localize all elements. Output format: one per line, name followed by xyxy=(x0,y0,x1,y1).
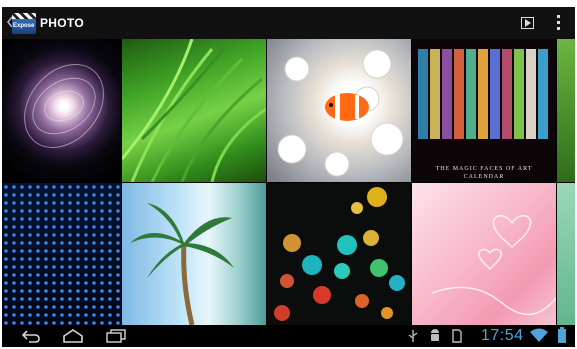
action-bar: Expose PHOTO xyxy=(2,7,575,39)
bokeh-art xyxy=(274,187,405,321)
sd-card-icon xyxy=(452,329,462,343)
photo-grid: THE MAGIC FACES OF ART CALENDAR xyxy=(2,39,575,325)
page-title: PHOTO xyxy=(40,16,84,30)
gallery-screen: Expose PHOTO THE MAGIC FACES OF ART CALE… xyxy=(2,7,575,347)
usb-icon xyxy=(408,330,418,342)
home-icon[interactable] xyxy=(62,329,84,343)
photo-palm-tree-beach[interactable] xyxy=(122,183,266,325)
play-icon xyxy=(525,19,531,27)
overflow-menu-button[interactable] xyxy=(556,15,562,31)
clownfish-art xyxy=(277,49,404,177)
wifi-icon xyxy=(530,328,548,342)
photo-green-partial-2[interactable] xyxy=(557,183,575,325)
slideshow-button[interactable] xyxy=(521,17,534,29)
calendar-caption-title: THE MAGIC FACES OF ART xyxy=(435,166,533,172)
photo-clownfish-anemone[interactable] xyxy=(267,39,411,182)
app-icon-label: Expose xyxy=(13,23,35,29)
photo-green-partial[interactable] xyxy=(557,39,575,182)
grass-art xyxy=(122,39,266,182)
recent-apps-icon[interactable] xyxy=(105,329,127,343)
photo-blue-dot-pattern[interactable] xyxy=(2,183,121,325)
battery-icon xyxy=(558,327,566,343)
back-icon[interactable] xyxy=(20,329,42,343)
more-vert-icon xyxy=(557,15,560,18)
clapperboard-icon[interactable]: Expose xyxy=(12,13,36,34)
hearts-art xyxy=(431,215,556,316)
calendar-caption-subtitle: CALENDAR xyxy=(463,174,505,180)
photo-art-calendar[interactable]: THE MAGIC FACES OF ART CALENDAR xyxy=(412,39,556,182)
status-clock: 17:54 xyxy=(481,327,524,344)
galaxy-art xyxy=(24,64,104,148)
photo-pink-hearts[interactable] xyxy=(412,183,556,325)
android-debug-icon xyxy=(431,329,439,341)
photo-green-grass[interactable] xyxy=(122,39,266,182)
photo-spiral-galaxy[interactable] xyxy=(2,39,121,182)
palm-tree-art xyxy=(130,203,234,325)
calendar-panels-art xyxy=(418,49,548,139)
system-nav-bar: 17:54 xyxy=(2,325,575,347)
photo-colorful-bokeh[interactable] xyxy=(267,183,411,325)
